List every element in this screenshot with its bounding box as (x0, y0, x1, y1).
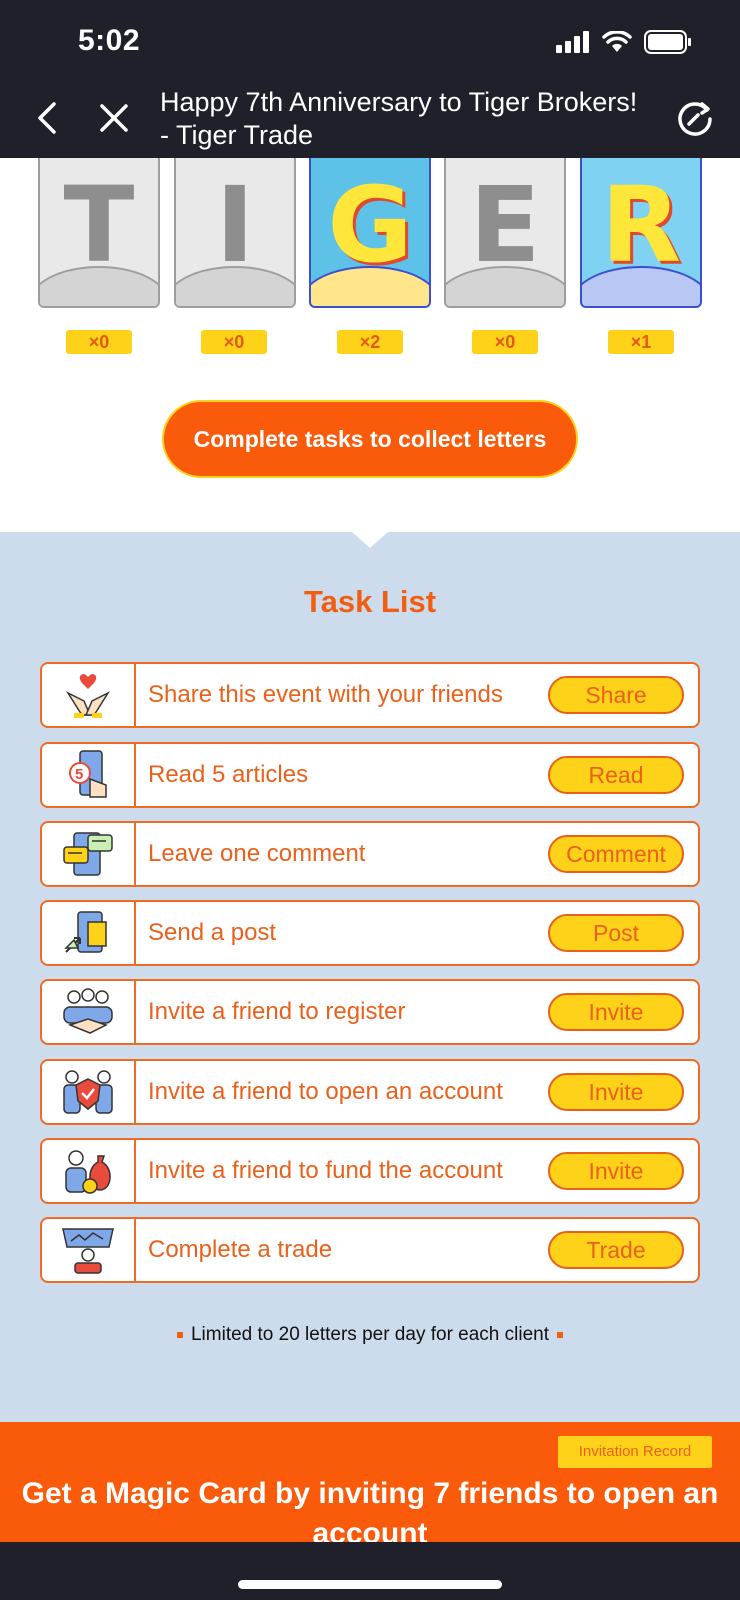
task-row: Invite a friend to register Invite (40, 979, 700, 1045)
home-indicator[interactable] (238, 1580, 502, 1589)
letter-g: G (327, 164, 413, 286)
close-button[interactable] (92, 96, 136, 140)
task-label: Invite a friend to register (148, 998, 406, 1025)
letter-i: I (215, 164, 255, 286)
close-icon (100, 104, 128, 132)
letter-card-g: G (309, 158, 431, 308)
invite-register-button[interactable]: Invite (548, 993, 684, 1031)
status-icons (556, 30, 692, 54)
back-button[interactable] (28, 96, 68, 140)
task-label: Complete a trade (148, 1236, 333, 1263)
home-bar-area (0, 1542, 740, 1600)
letter-count-g: ×2 (337, 330, 403, 354)
task-label: Invite a friend to open an account (148, 1078, 503, 1105)
page-title: Happy 7th Anniversary to Tiger Brokers! … (160, 87, 638, 150)
post-button[interactable]: Post (548, 914, 684, 952)
task-row: Send a post Post (40, 900, 700, 966)
post-document-icon (42, 902, 136, 964)
letter-t: T (63, 164, 135, 286)
person-money-bag-icon (42, 1140, 136, 1202)
limit-note-text: Limited to 20 letters per day for each c… (190, 1324, 550, 1345)
letter-count-i: ×0 (201, 330, 267, 354)
task-label: Invite a friend to fund the account (148, 1157, 503, 1184)
task-row: Invite a friend to open an account Invit… (40, 1059, 700, 1125)
share-button[interactable]: Share (548, 676, 684, 714)
comment-button[interactable]: Comment (548, 835, 684, 873)
read-button[interactable]: Read (548, 756, 684, 794)
wifi-icon (602, 31, 632, 52)
refresh-icon (678, 102, 712, 136)
task-row: Complete a trade Trade (40, 1217, 700, 1283)
promo-headline: Get a Magic Card by inviting 7 friends t… (21, 1477, 719, 1542)
letter-card-i: I (174, 158, 296, 308)
people-shield-icon (42, 1061, 136, 1123)
handshake-group-icon (42, 981, 136, 1043)
battery-icon (644, 30, 691, 54)
invitation-record-button[interactable]: Invitation Record (558, 1436, 712, 1468)
trade-button[interactable]: Trade (548, 1231, 684, 1269)
task-list-title: Task List (303, 584, 437, 619)
trading-screen-icon (42, 1219, 136, 1281)
task-label: Read 5 articles (148, 761, 309, 788)
hands-heart-icon (42, 664, 136, 726)
letter-count-r: ×1 (608, 330, 674, 354)
section-pointer (352, 532, 388, 548)
svg-text:5: 5 (75, 766, 83, 783)
task-row: Leave one comment Comment (40, 821, 700, 887)
limit-note: Limited to 20 letters per day for each c… (0, 1324, 740, 1346)
letter-card-t: T (38, 158, 160, 308)
task-row: 5 Read 5 articles Read (40, 742, 700, 808)
collect-letters-button[interactable]: Complete tasks to collect letters (162, 400, 578, 478)
chat-bubbles-icon (42, 823, 136, 885)
chevron-left-icon (38, 102, 56, 134)
invite-open-account-button[interactable]: Invite (548, 1073, 684, 1111)
nav-bar: Happy 7th Anniversary to Tiger Brokers! … (0, 82, 740, 158)
status-bar: 5:02 (0, 0, 740, 82)
task-label: Send a post (148, 919, 277, 946)
letter-count-e: ×0 (472, 330, 538, 354)
phone-articles-icon: 5 (42, 744, 136, 806)
task-row: Invite a friend to fund the account Invi… (40, 1138, 700, 1204)
task-label: Share this event with your friends (148, 681, 503, 708)
invite-fund-account-button[interactable]: Invite (548, 1152, 684, 1190)
letter-card-e: E (444, 158, 566, 308)
signal-icon (556, 31, 589, 53)
letter-r: R (600, 164, 682, 286)
letter-e: E (469, 164, 541, 286)
task-label: Leave one comment (148, 840, 366, 867)
status-time: 5:02 (78, 24, 141, 57)
letter-count-t: ×0 (66, 330, 132, 354)
letter-card-r: R (580, 158, 702, 308)
task-row: Share this event with your friends Share (40, 662, 700, 728)
letter-cards: T I G E R (0, 158, 740, 308)
refresh-button[interactable] (674, 98, 716, 140)
magic-card-promo: Invitation Record Get a Magic Card by in… (0, 1422, 740, 1542)
page-content: T I G E R ×0 ×0 ×2 ×0 ×1 Complete tasks … (0, 158, 740, 1542)
